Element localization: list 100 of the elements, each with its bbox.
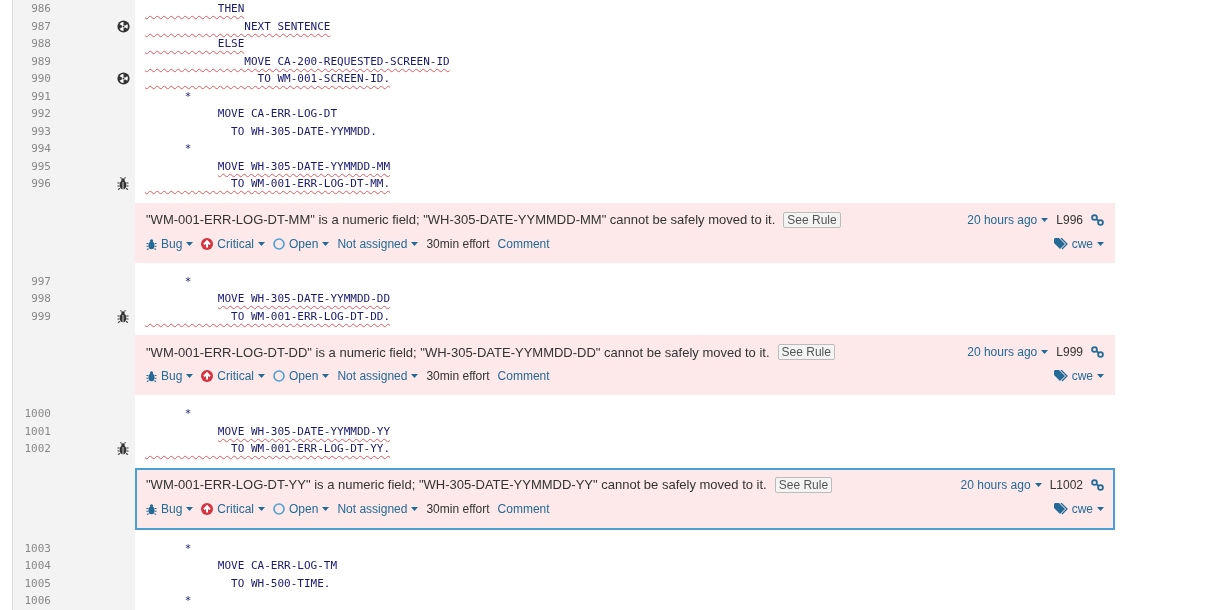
effort-label: 30min effort bbox=[426, 369, 490, 383]
bug-icon[interactable] bbox=[117, 177, 129, 191]
comment-link[interactable]: Comment bbox=[497, 369, 550, 383]
line-number: 991 bbox=[30, 89, 51, 103]
issue-message: "WM-001-ERR-LOG-DT-DD" is a numeric field; "WH-305-DATE-YYMMDD-DD" cannot be safely moved to it. bbox=[146, 344, 770, 360]
caret-icon bbox=[258, 506, 266, 511]
tag-icon bbox=[1053, 237, 1068, 250]
caret-icon bbox=[322, 241, 330, 246]
line-number: 998 bbox=[30, 292, 51, 306]
radiation-icon[interactable] bbox=[117, 19, 130, 33]
type-dropdown[interactable]: Bug bbox=[146, 236, 194, 251]
line-number: 1001 bbox=[23, 424, 51, 438]
line-number: 993 bbox=[30, 124, 51, 138]
status-dropdown[interactable]: Open bbox=[273, 369, 330, 383]
see-rule-button[interactable]: See Rule bbox=[777, 344, 835, 360]
code-line: * bbox=[183, 273, 192, 289]
issue-message: "WM-001-ERR-LOG-DT-YY" is a numeric field; "WH-305-DATE-YYMMDD-YY" cannot be safely moved to it. bbox=[146, 477, 767, 492]
effort-label: 30min effort bbox=[426, 501, 490, 516]
caret-icon bbox=[411, 374, 419, 378]
bug-icon[interactable] bbox=[117, 309, 129, 323]
line-number: 987 bbox=[30, 19, 51, 33]
issue-card[interactable]: "WM-001-ERR-LOG-DT-DD" is a numeric field; "WH-305-DATE-YYMMDD-DD" cannot be safely moved to it. See Rule 20 hours ago L999 Bug Critical Open Not assigned 30min effort Comment cwe bbox=[135, 335, 1115, 395]
line-number: 992 bbox=[30, 107, 51, 121]
issue-card[interactable]: "WM-001-ERR-LOG-DT-MM" is a numeric field; "WH-305-DATE-YYMMDD-MM" cannot be safely moved to it. See Rule 20 hours ago L996 Bug Critical Open Not assigned 30min effort Comment cwe bbox=[135, 202, 1115, 263]
effort-label: 30min effort bbox=[426, 236, 490, 251]
code-line: THEN bbox=[216, 1, 245, 17]
age-dropdown[interactable]: 20 hours ago bbox=[967, 212, 1049, 227]
caret-icon bbox=[411, 241, 419, 246]
line-number: 990 bbox=[30, 72, 51, 86]
code-line: MOVE CA-200-REQUESTED-SCREEN-ID bbox=[243, 53, 450, 69]
code-line: * bbox=[183, 540, 192, 556]
see-rule-button[interactable]: See Rule bbox=[774, 476, 833, 493]
tag-icon bbox=[1053, 370, 1068, 382]
line-number: 989 bbox=[30, 54, 51, 68]
up-arrow-icon bbox=[201, 237, 214, 250]
radiation-icon[interactable] bbox=[117, 72, 130, 86]
severity-dropdown[interactable]: Critical bbox=[201, 369, 266, 383]
comment-link[interactable]: Comment bbox=[497, 501, 550, 516]
line-number: 999 bbox=[30, 309, 51, 323]
see-rule-button[interactable]: See Rule bbox=[783, 211, 841, 228]
tag-dropdown[interactable]: cwe bbox=[1053, 236, 1104, 251]
code-line: MOVE WH-305-DATE-YYMMDD-MM bbox=[216, 158, 391, 174]
line-number: 996 bbox=[30, 177, 51, 191]
line-reference: L996 bbox=[1056, 212, 1083, 227]
status-dropdown[interactable]: Open bbox=[273, 236, 330, 251]
line-number: 1006 bbox=[23, 594, 51, 608]
bug-icon bbox=[146, 370, 157, 382]
caret-icon bbox=[1041, 350, 1049, 354]
code-line: TO WM-001-ERR-LOG-DT-YY. bbox=[230, 441, 391, 457]
assignee-dropdown[interactable]: Not assigned bbox=[337, 501, 419, 516]
line-number: 1000 bbox=[23, 407, 51, 421]
caret-icon bbox=[258, 374, 266, 378]
bug-icon[interactable] bbox=[117, 442, 129, 456]
line-number: 995 bbox=[30, 159, 51, 173]
tag-icon bbox=[1053, 502, 1068, 515]
code-line: * bbox=[183, 406, 192, 422]
line-number: 994 bbox=[30, 142, 51, 156]
code-line: * bbox=[183, 88, 192, 104]
line-number: 1005 bbox=[23, 576, 51, 590]
line-number: 986 bbox=[30, 2, 51, 16]
issue-message: "WM-001-ERR-LOG-DT-MM" is a numeric field; "WH-305-DATE-YYMMDD-MM" cannot be safely moved to it. bbox=[146, 212, 776, 227]
assignee-dropdown[interactable]: Not assigned bbox=[337, 236, 419, 251]
caret-icon bbox=[186, 374, 194, 378]
circle-icon bbox=[273, 237, 286, 250]
type-dropdown[interactable]: Bug bbox=[146, 369, 194, 383]
caret-icon bbox=[1097, 506, 1104, 511]
code-line: TO WM-001-SCREEN-ID. bbox=[256, 71, 391, 87]
line-reference: L999 bbox=[1056, 345, 1083, 359]
assignee-dropdown[interactable]: Not assigned bbox=[337, 369, 419, 383]
caret-icon bbox=[1041, 217, 1049, 222]
code-line: MOVE CA-ERR-LOG-TM bbox=[216, 558, 338, 574]
age-dropdown[interactable]: 20 hours ago bbox=[960, 477, 1042, 492]
tag-dropdown[interactable]: cwe bbox=[1053, 369, 1104, 383]
type-dropdown[interactable]: Bug bbox=[146, 501, 194, 516]
code-line: MOVE WH-305-DATE-YYMMDD-DD bbox=[216, 291, 391, 307]
code-line: TO WM-001-ERR-LOG-DT-MM. bbox=[230, 176, 391, 192]
link-icon[interactable] bbox=[1091, 346, 1104, 358]
code-line: TO WH-305-DATE-YYMMDD. bbox=[230, 123, 377, 139]
comment-link[interactable]: Comment bbox=[497, 236, 550, 251]
code-line: * bbox=[183, 141, 192, 157]
code-line: TO WH-500-TIME. bbox=[230, 575, 331, 591]
bug-icon bbox=[146, 502, 157, 515]
caret-icon bbox=[1034, 482, 1042, 487]
up-arrow-icon bbox=[201, 370, 214, 382]
line-number: 1003 bbox=[23, 541, 51, 555]
status-dropdown[interactable]: Open bbox=[273, 501, 330, 516]
circle-icon bbox=[273, 370, 286, 382]
circle-icon bbox=[273, 502, 286, 515]
code-line: ELSE bbox=[216, 36, 245, 52]
line-number: 1004 bbox=[23, 559, 51, 573]
link-icon[interactable] bbox=[1091, 213, 1104, 226]
caret-icon bbox=[411, 506, 419, 511]
severity-dropdown[interactable]: Critical bbox=[201, 501, 266, 516]
severity-dropdown[interactable]: Critical bbox=[201, 236, 266, 251]
age-dropdown[interactable]: 20 hours ago bbox=[967, 345, 1049, 359]
issue-card[interactable]: "WM-001-ERR-LOG-DT-YY" is a numeric field; "WH-305-DATE-YYMMDD-YY" cannot be safely moved to it. See Rule 20 hours ago L1002 Bug Critical Open Not assigned 30min effort Comment cwe bbox=[135, 467, 1115, 530]
tag-dropdown[interactable]: cwe bbox=[1053, 501, 1104, 516]
line-number: 997 bbox=[30, 274, 51, 288]
code-line: * bbox=[183, 593, 192, 609]
link-icon[interactable] bbox=[1091, 478, 1104, 491]
